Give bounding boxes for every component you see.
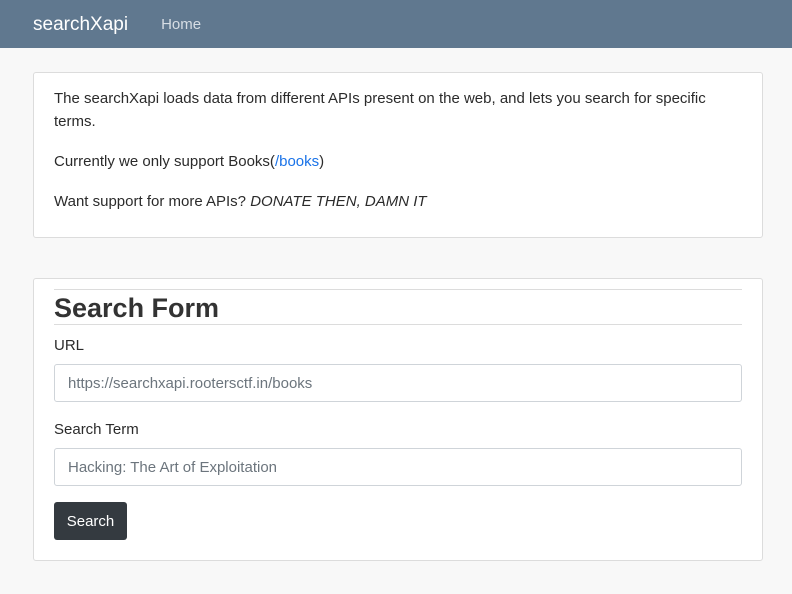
brand-logo[interactable]: searchXapi — [33, 15, 128, 34]
search-form-card: Search Form URL Search Term Search — [33, 278, 763, 561]
info-donate-prefix: Want support for more APIs? — [54, 193, 251, 210]
form-title: Search Form — [54, 289, 742, 325]
url-label: URL — [54, 337, 85, 354]
info-description: The searchXapi loads data from different… — [54, 90, 706, 130]
info-card: The searchXapi loads data from different… — [33, 72, 763, 238]
books-link[interactable]: /books — [275, 153, 319, 170]
info-donate: Want support for more APIs? DONATE THEN,… — [54, 190, 742, 213]
url-input[interactable] — [54, 364, 742, 402]
info-donate-emphasis: DONATE THEN, DAMN IT — [250, 193, 427, 210]
top-navbar: searchXapi Home — [0, 0, 792, 48]
search-button[interactable]: Search — [54, 502, 127, 540]
info-support: Currently we only support Books(/books) — [54, 150, 742, 173]
nav-home-link[interactable]: Home — [161, 17, 201, 32]
info-support-prefix: Currently we only support Books( — [54, 153, 275, 170]
search-term-input[interactable] — [54, 448, 742, 486]
search-term-label: Search Term — [54, 421, 139, 438]
info-support-suffix: ) — [319, 153, 325, 170]
